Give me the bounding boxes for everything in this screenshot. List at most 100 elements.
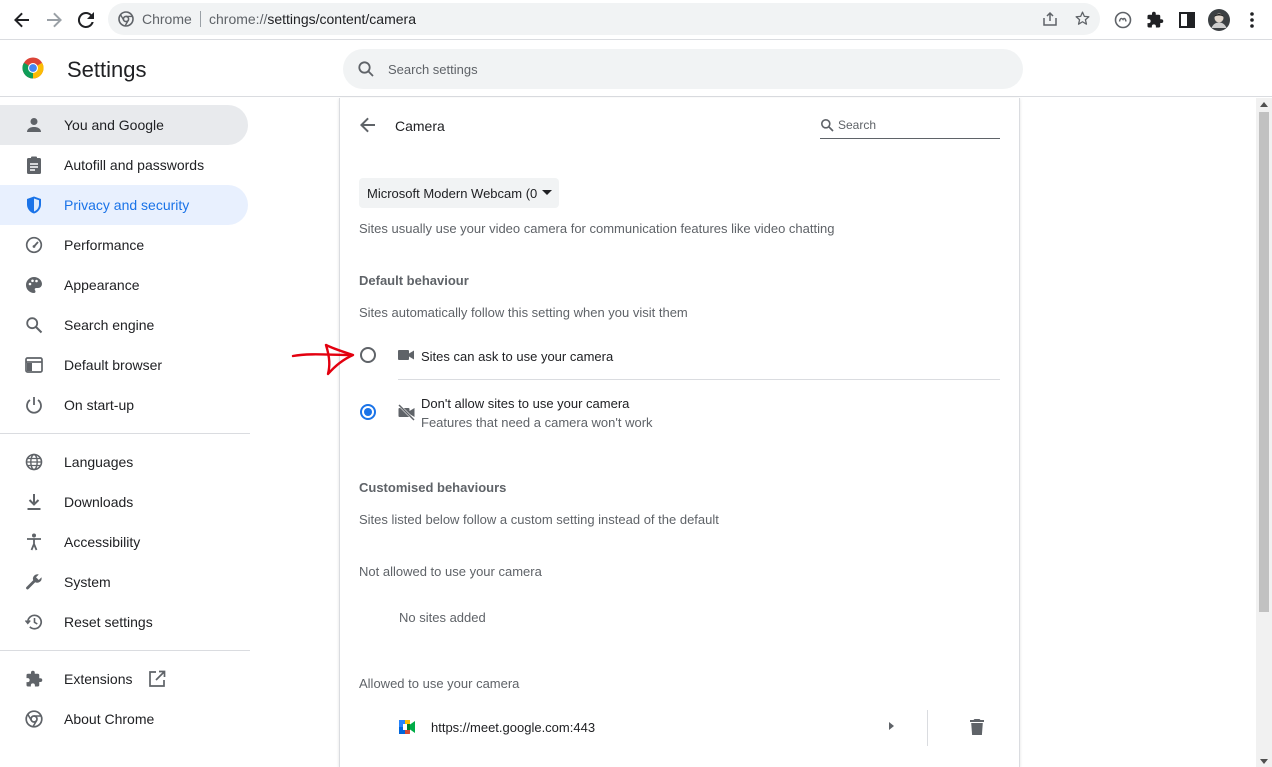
sidebar-item-label: Accessibility <box>64 534 141 550</box>
clipboard-icon <box>24 155 44 175</box>
chrome-logo-icon <box>22 57 44 79</box>
sidebar-item-label: Downloads <box>64 494 134 510</box>
sidebar-item-extensions[interactable]: Extensions <box>0 659 248 699</box>
google-meet-icon <box>399 720 415 734</box>
url-path: settings/content/camera <box>267 11 416 27</box>
side-panel-icon[interactable] <box>1175 8 1199 32</box>
sidebar-divider <box>0 650 250 651</box>
back-arrow-icon[interactable] <box>359 116 379 136</box>
sidebar-item-reset-settings[interactable]: Reset settings <box>0 602 248 642</box>
sidebar-item-system[interactable]: System <box>0 562 248 602</box>
sidebar-item-label: Languages <box>64 454 134 470</box>
radio-dont-allow[interactable] <box>360 404 376 420</box>
videocam-icon <box>398 348 414 362</box>
browser-window-icon <box>24 355 44 375</box>
sidebar-item-performance[interactable]: Performance <box>0 225 248 265</box>
trash-icon[interactable] <box>970 719 984 735</box>
camera-search-placeholder: Search <box>838 118 877 132</box>
sidebar-item-label: On start-up <box>64 397 135 413</box>
url-scheme: chrome:// <box>209 11 268 27</box>
search-icon <box>24 315 44 335</box>
page-title: Settings <box>67 57 147 82</box>
camera-search-input[interactable]: Search <box>820 117 1000 139</box>
settings-sidebar: You and Google Autofill and passwords Pr… <box>0 98 260 767</box>
search-icon <box>357 60 375 78</box>
sidebar-item-autofill[interactable]: Autofill and passwords <box>0 145 248 185</box>
address-bar-url[interactable]: chrome://settings/content/camera <box>209 11 416 27</box>
allowed-site-url: https://meet.google.com:443 <box>431 720 596 735</box>
option-dont-allow-subtitle: Features that need a camera won't work <box>421 415 653 430</box>
videocam-off-icon <box>398 404 415 421</box>
sidebar-item-label: You and Google <box>64 117 164 133</box>
back-icon[interactable] <box>10 8 34 32</box>
address-bar-app-name: Chrome <box>142 11 192 27</box>
page-scrollbar[interactable] <box>1256 98 1272 767</box>
address-bar-divider <box>200 11 201 27</box>
dropdown-arrow-icon <box>542 190 552 195</box>
camera-device-value: Microsoft Modern Webcam (0 <box>367 186 538 201</box>
page-title: Camera <box>395 118 445 134</box>
allowed-header: Allowed to use your camera <box>359 676 520 691</box>
history-icon <box>24 612 44 632</box>
sidebar-item-languages[interactable]: Languages <box>0 442 248 482</box>
chevron-right-icon[interactable] <box>889 722 894 730</box>
speedometer-icon <box>24 235 44 255</box>
bookmark-star-icon[interactable] <box>1074 10 1091 27</box>
globe-icon <box>24 452 44 472</box>
person-icon <box>24 115 44 135</box>
sidebar-item-default-browser[interactable]: Default browser <box>0 345 248 385</box>
sidebar-item-on-startup[interactable]: On start-up <box>0 385 248 425</box>
scroll-down-arrow-icon[interactable] <box>1260 759 1268 764</box>
list-item[interactable]: https://meet.google.com:443 <box>340 710 1019 746</box>
sidebar-item-label: Reset settings <box>64 614 153 630</box>
sidebar-divider <box>0 433 250 434</box>
palette-icon <box>24 275 44 295</box>
radio-sites-can-ask[interactable] <box>360 347 376 363</box>
sidebar-item-label: Extensions <box>64 671 133 687</box>
profile-avatar[interactable] <box>1207 8 1231 32</box>
sidebar-item-accessibility[interactable]: Accessibility <box>0 522 248 562</box>
settings-header: Settings Search settings <box>0 41 1272 97</box>
search-icon <box>820 118 834 132</box>
camera-device-select[interactable]: Microsoft Modern Webcam (0 <box>359 178 559 208</box>
power-icon <box>24 395 44 415</box>
sidebar-item-label: Privacy and security <box>64 197 190 213</box>
scroll-up-arrow-icon[interactable] <box>1260 102 1268 107</box>
sidebar-item-search-engine[interactable]: Search engine <box>0 305 248 345</box>
chrome-site-icon[interactable] <box>118 11 134 27</box>
extension-cm-icon[interactable] <box>1111 8 1135 32</box>
camera-description: Sites usually use your video camera for … <box>359 221 835 236</box>
option-dont-allow-label[interactable]: Don't allow sites to use your camera <box>421 396 629 411</box>
reload-icon[interactable] <box>74 8 98 32</box>
customised-behaviours-subtitle: Sites listed below follow a custom setti… <box>359 512 719 527</box>
extensions-puzzle-icon[interactable] <box>1143 8 1167 32</box>
sidebar-item-about-chrome[interactable]: About Chrome <box>0 699 248 739</box>
open-in-new-icon <box>148 670 166 688</box>
more-menu-icon[interactable] <box>1240 8 1264 32</box>
sidebar-item-you-and-google[interactable]: You and Google <box>0 105 248 145</box>
option-sites-can-ask-label[interactable]: Sites can ask to use your camera <box>421 349 613 364</box>
sidebar-item-privacy[interactable]: Privacy and security <box>0 185 248 225</box>
settings-search-placeholder: Search settings <box>388 62 478 77</box>
sidebar-item-label: About Chrome <box>64 711 155 727</box>
shield-icon <box>24 195 44 215</box>
scrollbar-thumb[interactable] <box>1259 112 1269 612</box>
settings-search-input[interactable]: Search settings <box>343 49 1023 89</box>
forward-icon[interactable] <box>42 8 66 32</box>
share-icon[interactable] <box>1042 11 1058 27</box>
browser-toolbar: Chrome chrome://settings/content/camera <box>0 0 1272 40</box>
sidebar-item-label: Default browser <box>64 357 163 373</box>
address-bar[interactable]: Chrome chrome://settings/content/camera <box>108 3 1100 35</box>
customised-behaviours-header: Customised behaviours <box>359 480 507 495</box>
sidebar-item-downloads[interactable]: Downloads <box>0 482 248 522</box>
camera-settings-card: Camera Search Microsoft Modern Webcam (0… <box>339 98 1020 767</box>
row-action-divider <box>927 710 928 746</box>
sidebar-item-label: Autofill and passwords <box>64 157 205 173</box>
default-behaviour-subtitle: Sites automatically follow this setting … <box>359 305 688 320</box>
wrench-icon <box>24 572 44 592</box>
sidebar-item-label: Search engine <box>64 317 155 333</box>
default-behaviour-header: Default behaviour <box>359 273 469 288</box>
sidebar-item-appearance[interactable]: Appearance <box>0 265 248 305</box>
no-sites-added: No sites added <box>399 610 486 625</box>
accessibility-icon <box>24 532 44 552</box>
